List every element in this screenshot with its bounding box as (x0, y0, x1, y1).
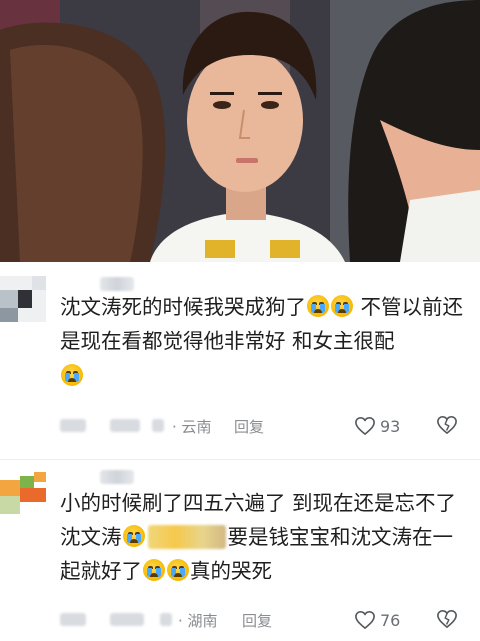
avatar[interactable] (0, 468, 46, 514)
comment-text-part: 沈文涛死的时候我哭成狗了 (60, 295, 306, 319)
reply-button[interactable]: 回复 (242, 610, 272, 631)
location-label: · 云南 (172, 418, 212, 436)
like-button[interactable]: 76 (354, 610, 400, 630)
comment-text-part: 真的哭死 (190, 559, 272, 583)
sticker-obscured (147, 525, 226, 549)
crying-face-emoji (143, 559, 165, 581)
comment-text: 小的时候刷了四五六遍了 到现在还是忘不了沈文涛 要是钱宝宝和沈文涛在一起就好了 真的… (60, 486, 465, 588)
meta-obscured (160, 613, 172, 626)
video-still-image (0, 0, 480, 262)
username-obscured[interactable] (100, 277, 134, 291)
comment-text: 沈文涛死的时候我哭成狗了 不管以前还是现在看都觉得他非常好 和女主很配 (60, 290, 465, 393)
meta-obscured (152, 419, 164, 432)
username-obscured[interactable] (100, 470, 134, 484)
comment-item: 小的时候刷了四五六遍了 到现在还是忘不了沈文涛 要是钱宝宝和沈文涛在一起就好了 真的… (0, 460, 480, 641)
crying-face-emoji (167, 559, 189, 581)
date-obscured (110, 419, 140, 432)
reply-button[interactable]: 回复 (234, 416, 264, 437)
timestamp-obscured (60, 613, 86, 626)
heart-outline-icon (355, 417, 375, 435)
crying-face-emoji (307, 295, 329, 317)
dislike-button[interactable] (436, 415, 458, 439)
video-frame[interactable] (0, 0, 480, 262)
dislike-button[interactable] (436, 609, 458, 633)
location-label: · 湖南 (178, 612, 218, 630)
crying-face-emoji (331, 295, 353, 317)
heart-outline-icon (355, 611, 375, 629)
timestamp-obscured (60, 419, 86, 432)
avatar[interactable] (0, 276, 46, 322)
crying-face-emoji (61, 364, 83, 386)
like-count: 93 (380, 416, 401, 436)
comment-item: 沈文涛死的时候我哭成狗了 不管以前还是现在看都觉得他非常好 和女主很配 · 云南… (0, 262, 480, 460)
comment-meta: · 湖南 回复 76 (60, 610, 480, 630)
broken-heart-icon (437, 416, 457, 434)
like-count: 76 (380, 610, 401, 630)
crying-face-emoji (122, 525, 145, 547)
like-button[interactable]: 93 (354, 416, 400, 436)
broken-heart-icon (437, 610, 457, 628)
date-obscured (110, 613, 144, 626)
comment-meta: · 云南 回复 93 (60, 416, 480, 436)
